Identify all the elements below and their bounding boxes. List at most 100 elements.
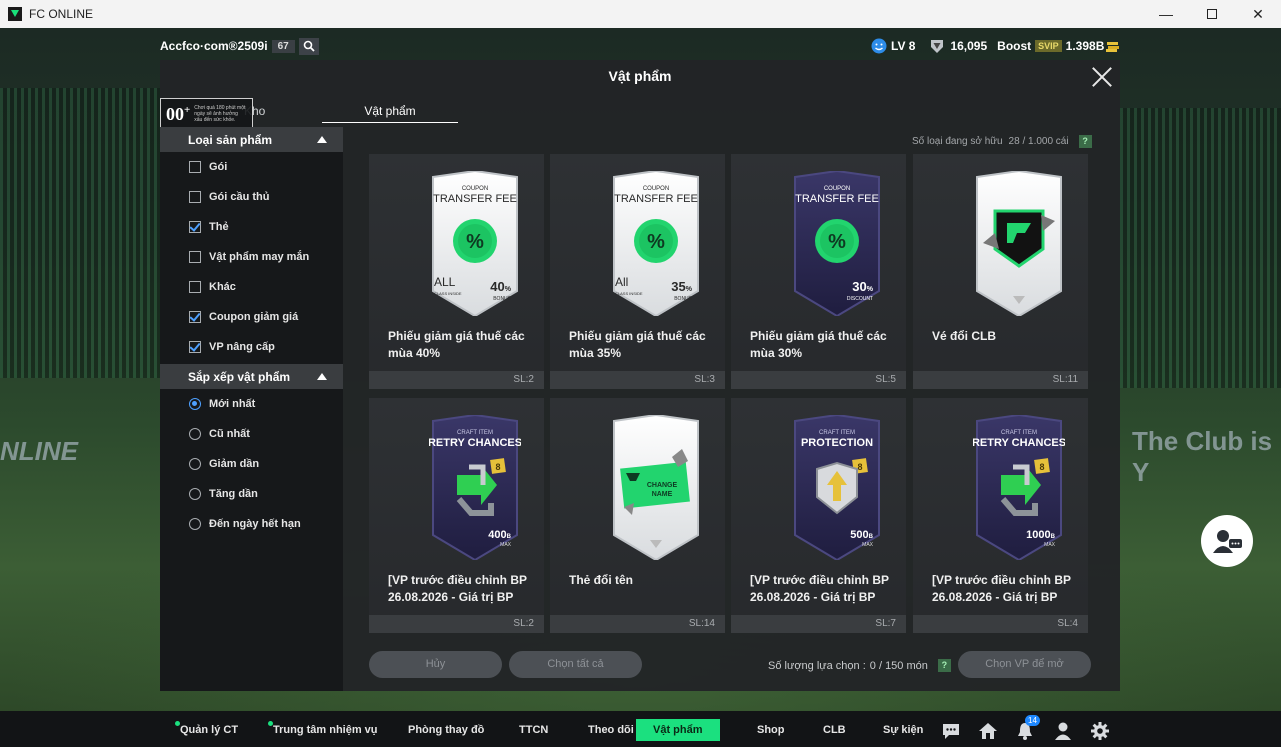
item-card[interactable]: COUPON TRANSFER FEE % 30% DISCOUNT Phiếu …	[731, 154, 906, 389]
help-icon[interactable]: ?	[1078, 135, 1092, 148]
craft-sub: MAX	[500, 542, 512, 548]
nav-item[interactable]: Trung tâm nhiệm vụ	[268, 719, 378, 741]
checkbox[interactable]	[189, 251, 201, 263]
filter-option-label: Gói	[209, 161, 228, 173]
account-bar: Accfco·com®2509i 67	[160, 36, 319, 56]
age-rating-badge: 00+ Chơi quá 180 phút một ngày sẽ ảnh hư…	[160, 98, 253, 130]
item-quantity: SL:7	[731, 615, 906, 633]
checkbox[interactable]	[189, 281, 201, 293]
nav-item-label: TTCN	[519, 724, 549, 736]
nav-item-label: Shop	[757, 724, 785, 736]
coupon-corner: All	[615, 275, 628, 289]
age-rating-text: Chơi quá 180 phút một ngày sẽ ảnh hưởng …	[194, 105, 246, 123]
item-card[interactable]: CRAFT ITEM RETRY CHANCES 8 1000B MAX [VP t…	[913, 398, 1088, 633]
collapse-arrow-icon	[317, 373, 327, 380]
close-window-button[interactable]: ✕	[1235, 0, 1281, 28]
radio-button[interactable]	[189, 458, 201, 470]
item-name: Thẻ đổi tên	[569, 573, 633, 587]
percent-icon: %	[466, 231, 484, 253]
filter-option-label: Gói cầu thủ	[209, 191, 270, 203]
item-card[interactable]: CRAFT ITEM RETRY CHANCES 8 400B MAX [VP tr…	[369, 398, 544, 633]
craft-level: 8	[495, 462, 500, 472]
checkbox[interactable]	[189, 161, 201, 173]
filter-option[interactable]: VP nâng cấp	[160, 332, 343, 362]
nav-item[interactable]: Sự kiện	[883, 719, 923, 741]
nav-item[interactable]: Quản lý CT	[175, 719, 238, 741]
item-card-art: CRAFT ITEM RETRY CHANCES 8 1000B MAX	[973, 415, 1065, 560]
owned-count: Số loại đang sở hữu 28 / 1.000 cái ?	[912, 135, 1092, 148]
new-dot-indicator	[175, 721, 180, 726]
nav-item[interactable]: CLB	[823, 719, 846, 741]
checkbox[interactable]	[189, 221, 201, 233]
checkbox[interactable]	[189, 341, 201, 353]
sort-header[interactable]: Sắp xếp vật phẩm	[160, 364, 343, 389]
sort-option[interactable]: Tăng dần	[160, 479, 343, 509]
craft-unit: B	[507, 534, 512, 540]
tab-vat-pham[interactable]: Vật phẩm	[322, 100, 458, 123]
boost-label: Boost	[997, 39, 1032, 53]
item-card[interactable]: CHANGE NAME Thẻ đổi tên SL:14	[550, 398, 725, 633]
craft-top-label: CRAFT ITEM	[457, 430, 493, 436]
selection-count: Số lượng lựa chọn :0 / 150 món ?	[768, 659, 951, 672]
item-card[interactable]: CRAFT ITEM PROTECTION 8 500B MAX [VP trước…	[731, 398, 906, 633]
sort-option[interactable]: Mới nhất	[160, 389, 343, 419]
filter-option[interactable]: Gói cầu thủ	[160, 182, 343, 212]
support-chat-button[interactable]	[1201, 515, 1253, 567]
nav-item[interactable]: Shop	[757, 719, 785, 741]
radio-button[interactable]	[189, 398, 201, 410]
level-face-icon	[871, 38, 887, 54]
item-quantity: SL:5	[731, 371, 906, 389]
select-all-button[interactable]: Chọn tất cả	[509, 651, 642, 678]
craft-unit: B	[1051, 534, 1056, 540]
sort-option[interactable]: Cũ nhất	[160, 419, 343, 449]
cancel-button[interactable]: Hủy	[369, 651, 502, 678]
filter-option[interactable]: Gói	[160, 152, 343, 182]
filter-option[interactable]: Thẻ	[160, 212, 343, 242]
nav-item[interactable]: Vật phẩm	[636, 719, 720, 741]
item-name: Phiếu giảm giá thuế các mùa 30%	[750, 329, 887, 360]
notifications-button[interactable]: 14	[1015, 715, 1040, 741]
radio-button[interactable]	[189, 488, 201, 500]
minimize-button[interactable]: —	[1143, 0, 1189, 28]
item-name: Phiếu giảm giá thuế các mùa 40%	[388, 329, 525, 360]
item-name: [VP trước điều chỉnh BP 26.08.2026 - Giá…	[388, 573, 527, 604]
nav-item[interactable]: TTCN	[519, 719, 548, 741]
sort-option[interactable]: Giảm dần	[160, 449, 343, 479]
settings-gear-icon[interactable]	[1090, 721, 1110, 741]
nav-item-label: Trung tâm nhiệm vụ	[273, 724, 378, 736]
radio-button[interactable]	[189, 518, 201, 530]
item-card[interactable]: COUPON TRANSFER FEE % All CLASS INSIDE 3…	[550, 154, 725, 389]
close-panel-button[interactable]	[1092, 67, 1112, 87]
craft-sub: MAX	[1044, 542, 1056, 548]
filter-option[interactable]: Coupon giảm giá	[160, 302, 343, 332]
category-header[interactable]: Loại sản phẩm	[160, 127, 343, 152]
tab-kho[interactable]: Kho	[244, 100, 304, 122]
notification-badge: 14	[1025, 715, 1040, 726]
item-card-art: CRAFT ITEM RETRY CHANCES 8 400B MAX	[429, 415, 521, 560]
sort-option[interactable]: Đến ngày hết hạn	[160, 509, 343, 539]
nav-item[interactable]: Theo dõi	[588, 719, 634, 741]
checkbox[interactable]	[189, 311, 201, 323]
chat-icon[interactable]	[941, 721, 961, 741]
support-agent-icon	[1213, 530, 1242, 553]
item-card[interactable]: Vé đổi CLB SL:11	[913, 154, 1088, 389]
maximize-button[interactable]	[1189, 0, 1235, 28]
filter-option[interactable]: Khác	[160, 272, 343, 302]
item-card-art: COUPON TRANSFER FEE % ALL CLASS INSIDE 4…	[432, 171, 518, 316]
search-button[interactable]	[298, 37, 319, 55]
coupon-heading: TRANSFER FEE	[614, 193, 698, 205]
collapse-arrow-icon	[317, 136, 327, 143]
filter-option[interactable]: Vật phẩm may mắn	[160, 242, 343, 272]
coupon-heading: TRANSFER FEE	[433, 193, 517, 205]
item-card[interactable]: COUPON TRANSFER FEE % ALL CLASS INSIDE 4…	[369, 154, 544, 389]
profile-icon[interactable]	[1053, 721, 1073, 741]
open-items-button[interactable]: Chọn VP để mở	[958, 651, 1091, 678]
nav-item-label: Sự kiện	[883, 724, 924, 736]
nav-item[interactable]: Phòng thay đồ	[408, 719, 484, 741]
svip-badge: SVIP	[1035, 40, 1062, 52]
help-icon[interactable]: ?	[937, 659, 951, 672]
radio-button[interactable]	[189, 428, 201, 440]
checkbox[interactable]	[189, 191, 201, 203]
item-name: [VP trước điều chỉnh BP 26.08.2026 - Giá…	[750, 573, 889, 604]
home-icon[interactable]	[978, 721, 998, 741]
